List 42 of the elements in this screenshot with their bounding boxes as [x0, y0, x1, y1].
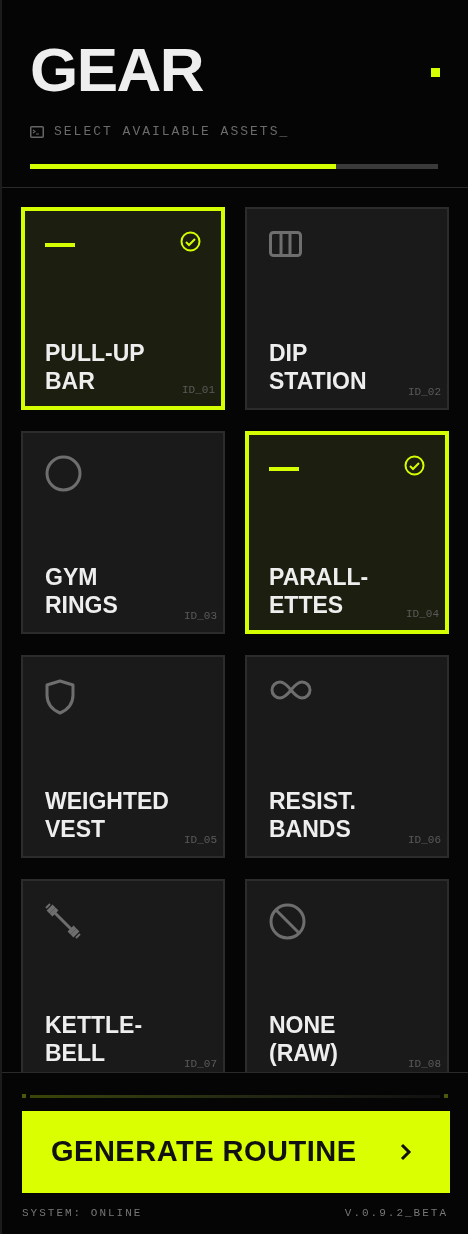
infinity-icon: [269, 679, 313, 701]
system-status: SYSTEM: ONLINE: [22, 1206, 143, 1221]
item-id: ID_08: [408, 1056, 441, 1072]
gear-label: PARALL- ETTES: [269, 563, 369, 619]
gear-card[interactable]: NONE (RAW) ID_08: [245, 879, 449, 1072]
item-id: ID_01: [182, 382, 215, 398]
gear-label: NONE (RAW): [269, 1011, 338, 1067]
version-label: V.0.9.2_BETA: [344, 1206, 448, 1221]
item-id: ID_02: [408, 384, 441, 400]
item-id: ID_03: [184, 608, 217, 624]
item-id: ID_06: [408, 832, 441, 848]
gear-card[interactable]: RESIST. BANDS ID_06: [245, 655, 449, 858]
gear-label: KETTLE- BELL: [45, 1011, 143, 1067]
gear-card[interactable]: PARALL- ETTES ID_04: [245, 431, 449, 634]
columns-icon: [269, 231, 302, 257]
gear-label: PULL-UP BAR: [45, 339, 145, 395]
gear-card[interactable]: GYM RINGS ID_03: [21, 431, 225, 634]
check-circle-icon: [180, 231, 201, 252]
gear-card[interactable]: PULL-UP BAR ID_01: [21, 207, 225, 410]
subtitle: SELECT AVAILABLE ASSETS_: [54, 123, 290, 141]
item-id: ID_07: [184, 1056, 217, 1072]
gear-label: GYM RINGS: [45, 563, 118, 619]
gear-card[interactable]: WEIGHTED VEST ID_05: [21, 655, 225, 858]
gear-card[interactable]: DIP STATION ID_02: [245, 207, 449, 410]
status-indicator: [431, 67, 440, 77]
gear-card[interactable]: KETTLE- BELL ID_07: [21, 879, 225, 1072]
page-title: GEAR: [30, 38, 203, 102]
terminal-icon: [30, 125, 44, 138]
gear-label: WEIGHTED VEST: [45, 787, 169, 843]
item-id: ID_04: [406, 606, 439, 622]
generate-routine-button[interactable]: GENERATE ROUTINE: [22, 1111, 450, 1193]
ring-icon: [45, 455, 82, 492]
dumbbell-icon: [45, 903, 81, 939]
gear-label: RESIST. BANDS: [269, 787, 356, 843]
check-circle-icon: [404, 455, 425, 476]
shield-icon: [45, 679, 75, 715]
gear-label: DIP STATION: [269, 339, 367, 395]
ban-icon: [269, 903, 306, 940]
bar-icon: [269, 467, 299, 471]
chevron-right-icon: [400, 1143, 412, 1161]
item-id: ID_05: [184, 832, 217, 848]
bar-icon: [45, 243, 75, 247]
